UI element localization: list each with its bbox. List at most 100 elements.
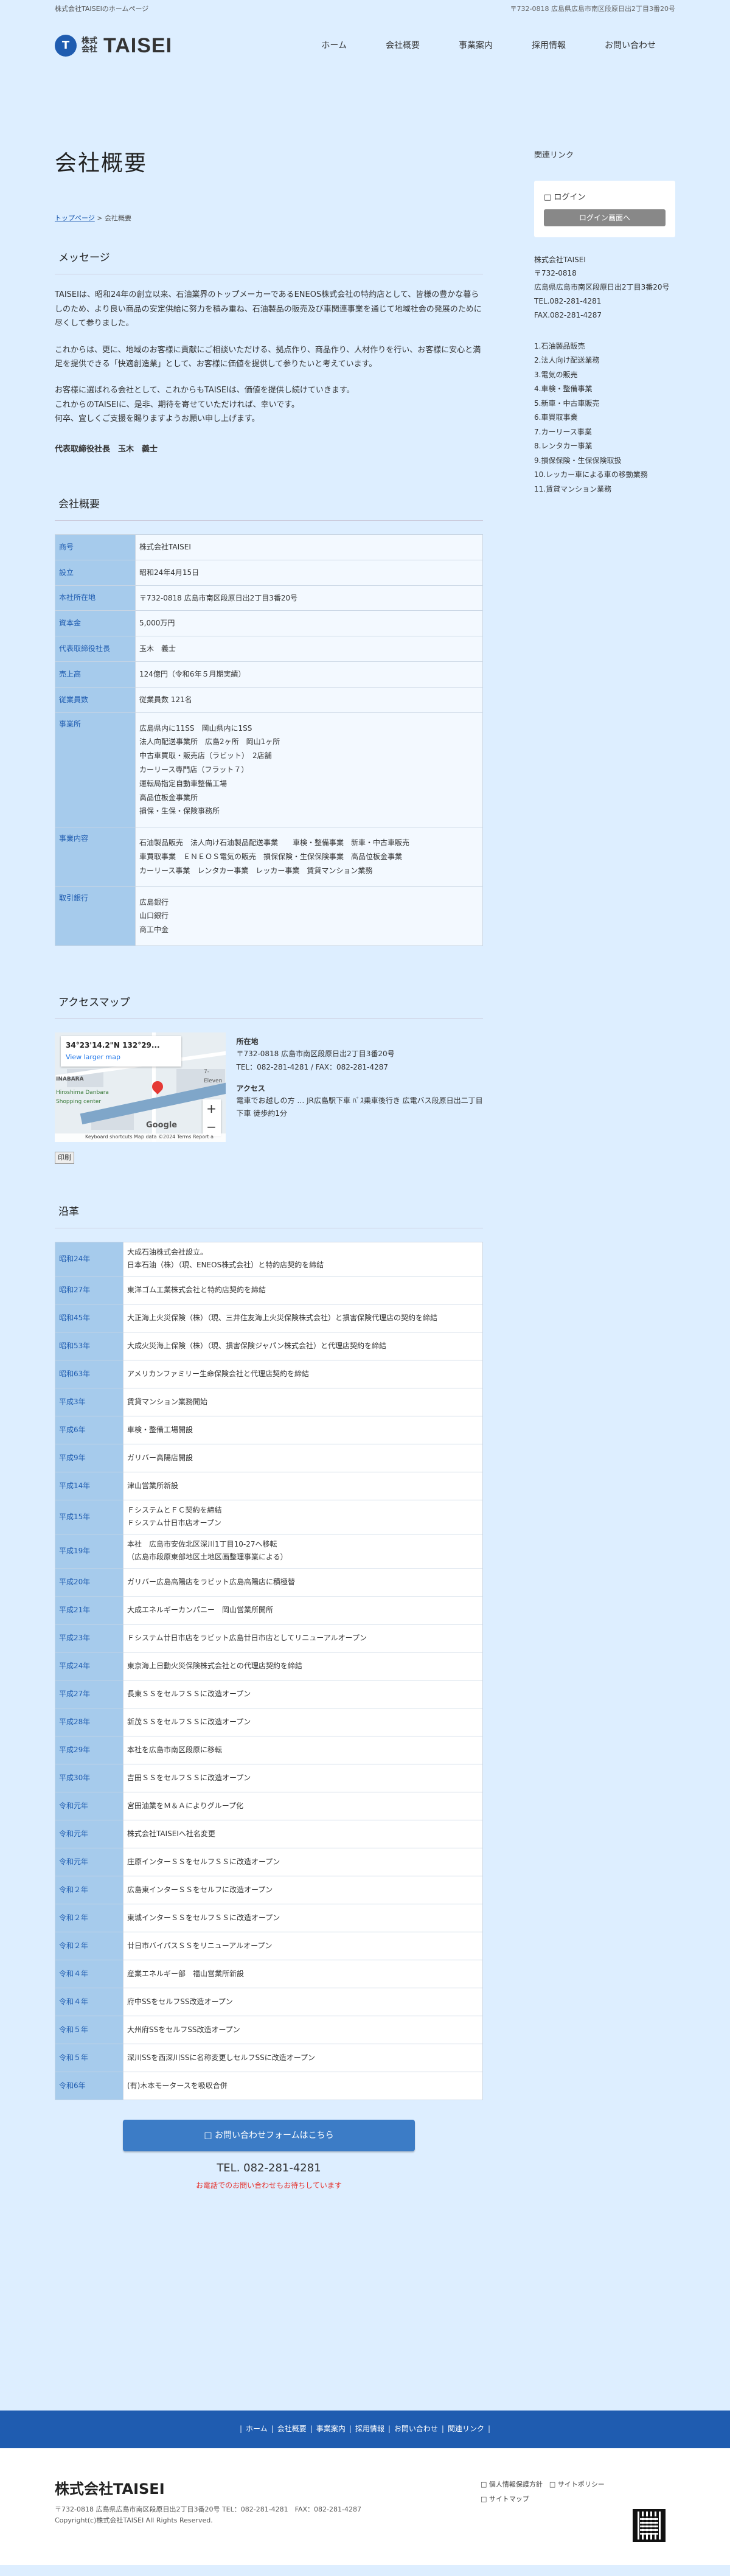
breadcrumb: トップページ > 会社概要: [55, 213, 483, 224]
history-text: 本社を広島市南区段原に移転: [123, 1735, 483, 1764]
history-row: 令和４年 府中SSをセルフSS改造オープン: [55, 1987, 483, 2016]
footer-nav-business[interactable]: 事業案内: [313, 2423, 349, 2435]
sidebar-service-item: 2.法人向け配送業務: [534, 356, 600, 365]
message-paragraph: お客様に選ばれる会社として、これからもTAISEIは、価値を提供し続けていきます…: [55, 386, 355, 424]
map-zoom-control: + −: [202, 1099, 221, 1137]
message-body: TAISEIは、昭和24年の創立以来、石油業界のトップメーカーであるENEOS株…: [55, 288, 483, 456]
overview-label: 事業所: [55, 712, 136, 828]
history-row: 令和２年 廿日市バイパスＳＳをリニューアルオープン: [55, 1931, 483, 1960]
logo-mark-icon: T: [55, 34, 77, 57]
footer-nav-separator: |: [271, 2425, 274, 2434]
map-label: INABARA: [56, 1076, 84, 1083]
history-text: 東洋ゴム工業株式会社と特約店契約を締結: [123, 1275, 483, 1304]
login-button[interactable]: ログイン画面へ: [544, 209, 666, 226]
global-nav: ホーム 会社概要 事業案内 採用情報 お問い合わせ: [302, 39, 675, 52]
history-year: 平成15年: [55, 1499, 123, 1534]
history-text: 長東ＳＳをセルフＳＳに改造オープン: [123, 1679, 483, 1708]
history-text: 府中SSをセルフSS改造オープン: [123, 1987, 483, 2016]
history-text: 車検・整備工場開設: [123, 1415, 483, 1444]
zoom-in-button[interactable]: +: [203, 1099, 221, 1118]
history-row: 平成19年 本社 広島市安佐北区深川1丁目10-27へ移転 （広島市段原東部地区土…: [55, 1533, 483, 1568]
history-row: 令和５年 深川SSを西深川SSに名称変更しセルフSSに改造オープン: [55, 2043, 483, 2072]
contact-cta: □ お問い合わせフォームはこちら TEL. 082-281-4281 お電話での…: [55, 2119, 483, 2191]
footer-sitemap-link[interactable]: □ サイトマップ: [481, 2492, 605, 2507]
map-footer: Keyboard shortcuts Map data ©2024 Terms …: [55, 1133, 226, 1143]
overview-value: 石油製品販売 法人向け石油製品配送事業 車検・整備事業 新車・中古車販売 車買取…: [135, 827, 483, 887]
footer-nav-links[interactable]: 関連リンク: [444, 2423, 488, 2435]
history-row: 平成6年 車検・整備工場開設: [55, 1415, 483, 1444]
history-year: 平成21年: [55, 1595, 123, 1624]
print-button[interactable]: 印刷: [55, 1152, 74, 1164]
sidebar-address-line: 株式会社TAISEI: [534, 255, 586, 264]
footer-copyright: Copyright(c)株式会社TAISEI All Rights Reserv…: [55, 2516, 213, 2524]
nav-recruit[interactable]: 採用情報: [512, 39, 585, 52]
site-header: T 株式会社 TAISEI ホーム 会社概要 事業案内 採用情報 お問い合わせ: [0, 18, 730, 73]
qr-code-icon: [633, 2508, 666, 2542]
history-row: 令和元年 株式会社TAISEIへ社名変更: [55, 1819, 483, 1848]
message-signature: 代表取締役社長 玉木 義士: [55, 444, 158, 454]
history-text: 深川SSを西深川SSに名称変更しセルフSSに改造オープン: [123, 2043, 483, 2072]
history-year: 令和４年: [55, 1987, 123, 2016]
nav-contact[interactable]: お問い合わせ: [585, 39, 675, 52]
nav-company[interactable]: 会社概要: [366, 39, 439, 52]
login-label: □ ログイン: [544, 192, 586, 202]
history-row: 令和元年 宮田油業をＭ＆Ａによりグループ化: [55, 1791, 483, 1820]
history-year: 平成3年: [55, 1387, 123, 1416]
breadcrumb-home[interactable]: トップページ: [55, 214, 95, 222]
site-tagline: 株式会社TAISEIのホームページ: [55, 5, 149, 13]
history-row: 昭和63年 アメリカンファミリー生命保険会社と代理店契約を締結: [55, 1359, 483, 1388]
sidebar-service-item: 6.車買取事業: [534, 413, 578, 422]
history-row: 令和５年 大州府SSをセルフSS改造オープン: [55, 2015, 483, 2044]
history-row: 平成15年 ＦシステムとＦＣ契約を締結 Ｆシステム廿日市店オープン: [55, 1499, 483, 1534]
footer-policy-links: □ 個人情報保護方針 □ サイトポリシー □ サイトマップ: [481, 2477, 605, 2507]
history-year: 令和元年: [55, 1791, 123, 1820]
history-text: 津山営業所新設: [123, 1471, 483, 1500]
contact-form-button[interactable]: □ お問い合わせフォームはこちら: [123, 2119, 415, 2151]
history-year: 平成24年: [55, 1651, 123, 1680]
sidebar-address: 株式会社TAISEI 〒732-0818 広島県広島市南区段原日出2丁目3番20…: [534, 253, 675, 322]
history-heading: 沿革: [55, 1202, 483, 1228]
overview-value: 玉木 義士: [135, 636, 483, 663]
qr-code-pattern: [640, 2516, 658, 2535]
footer-nav-company[interactable]: 会社概要: [274, 2423, 310, 2435]
history-text: 広島東インターＳＳをセルフに改造オープン: [123, 1875, 483, 1904]
sidebar-address-line: TEL.082-281-4281: [534, 296, 602, 305]
footer-nav-recruit[interactable]: 採用情報: [352, 2423, 388, 2435]
history-year: 昭和53年: [55, 1331, 123, 1360]
history-text: 大州府SSをセルフSS改造オープン: [123, 2015, 483, 2044]
footer-nav-separator: |: [441, 2425, 444, 2434]
history-text: ＦシステムとＦＣ契約を締結 Ｆシステム廿日市店オープン: [123, 1499, 483, 1534]
history-year: 平成23年: [55, 1623, 123, 1652]
sidebar-title: 関連リンク: [534, 151, 574, 160]
history-row: 平成28年 新茂ＳＳをセルフＳＳに改造オープン: [55, 1707, 483, 1736]
history-text: 産業エネルギー部 福山営業所新設: [123, 1959, 483, 1988]
history-text: 廿日市バイパスＳＳをリニューアルオープン: [123, 1931, 483, 1960]
overview-value: 広島銀行 山口銀行 商工中金: [135, 886, 483, 947]
history-row: 昭和53年 大成火災海上保険（株）（現、損害保険ジャパン株式会社）と代理店契約を締…: [55, 1331, 483, 1360]
login-box: □ ログイン ログイン画面へ: [534, 180, 675, 237]
site-logo[interactable]: T 株式会社 TAISEI: [55, 29, 172, 62]
history-text: Ｆシステム廿日市店をラビット広島廿日市店としてリニューアルオープン: [123, 1623, 483, 1652]
overview-value: 株式会社TAISEI: [135, 534, 483, 560]
sidebar-service-list: 1.石油製品販売 2.法人向け配送業務 3.電気の販売 4.車検・整備事業 5.…: [534, 339, 675, 497]
sidebar-address-line: FAX.082-281-4287: [534, 310, 602, 319]
history-year: 昭和45年: [55, 1303, 123, 1332]
history-text: 東城インターＳＳをセルフＳＳに改造オープン: [123, 1903, 483, 1932]
google-map[interactable]: 7-Eleven INABARA Hiroshima Danbara Shopp…: [55, 1032, 226, 1143]
nav-home[interactable]: ホーム: [302, 39, 366, 52]
footer-nav-contact[interactable]: お問い合わせ: [391, 2423, 442, 2435]
nav-business[interactable]: 事業案内: [439, 39, 512, 52]
history-year: 平成20年: [55, 1567, 123, 1596]
history-year: 令和５年: [55, 2043, 123, 2072]
overview-label: 従業員数: [55, 686, 136, 713]
overview-row: 事業内容 石油製品販売 法人向け石油製品配送事業 車検・整備事業 新車・中古車販売…: [55, 827, 483, 887]
map-info-card: 34°23'14.2"N 132°29... View larger map: [61, 1036, 181, 1067]
history-row: 平成23年 Ｆシステム廿日市店をラビット広島廿日市店としてリニューアルオープン: [55, 1623, 483, 1652]
access-section: 7-Eleven INABARA Hiroshima Danbara Shopp…: [55, 1032, 483, 1143]
overview-value: 従業員数 121名: [135, 686, 483, 713]
footer-policy-link[interactable]: □ 個人情報保護方針 □ サイトポリシー: [481, 2477, 605, 2492]
map-label: 7-Eleven: [204, 1069, 223, 1084]
map-view-larger-link[interactable]: View larger map: [66, 1053, 120, 1061]
footer-nav-home[interactable]: ホーム: [242, 2423, 271, 2435]
sidebar-service-item: 8.レンタカー事業: [534, 442, 593, 451]
